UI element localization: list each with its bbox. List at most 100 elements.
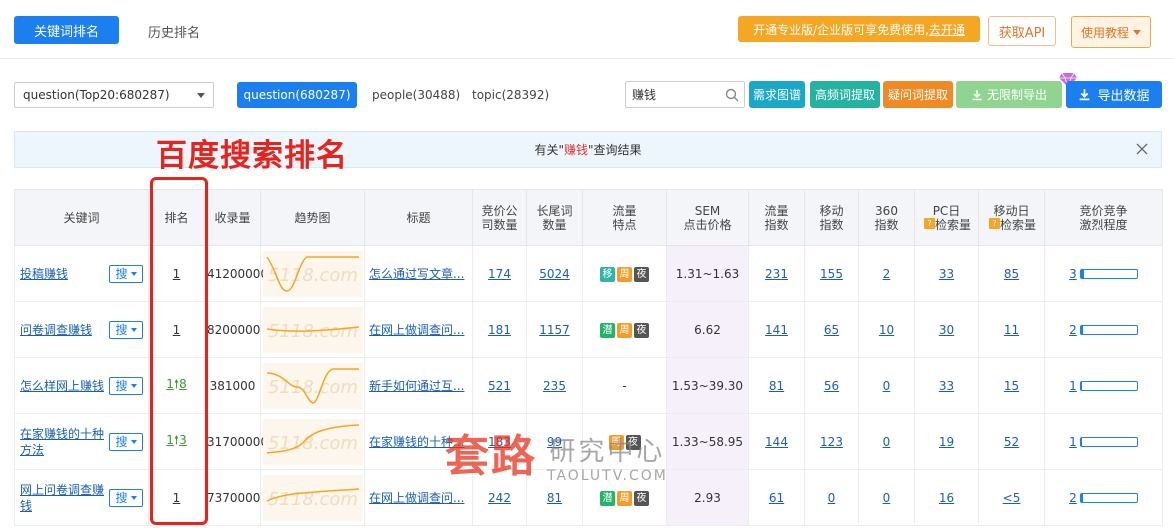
bid-count-link[interactable]: 174 <box>488 267 511 281</box>
bid-count-link[interactable]: 181 <box>488 323 511 337</box>
search-dropdown-button[interactable]: 搜 <box>109 376 143 395</box>
mobile-daily-link[interactable]: 15 <box>1004 379 1019 393</box>
competition-link[interactable]: 2 <box>1069 323 1077 337</box>
flow-index-link[interactable]: 141 <box>765 323 788 337</box>
segment-topic[interactable]: topic(28392) <box>472 88 549 102</box>
competition-link[interactable]: 1 <box>1069 435 1077 449</box>
flow-index-link[interactable]: 231 <box>765 267 788 281</box>
help-icon[interactable]: ? <box>988 217 1000 229</box>
index-360-link[interactable]: 10 <box>879 323 894 337</box>
keyword-link[interactable]: 网上问卷调查赚钱 <box>20 482 108 514</box>
title-link[interactable]: 在家赚钱的十种... <box>367 433 470 450</box>
get-api-button[interactable]: 获取API <box>988 16 1056 46</box>
competition-bar-fill <box>1080 381 1083 390</box>
sem-price-cell: 1.31~1.63 <box>666 245 749 302</box>
dataset-select[interactable]: question(Top20:680287) <box>14 82 214 108</box>
traffic-badge: 夜 <box>634 322 649 338</box>
search-dropdown-button[interactable]: 搜 <box>109 488 143 507</box>
pc-daily-link[interactable]: 33 <box>939 379 954 393</box>
trend-sparkline[interactable]: 5118.com <box>263 474 363 521</box>
search-dropdown-button[interactable]: 搜 <box>109 264 143 283</box>
traffic-feature-cell: - <box>582 357 667 414</box>
longtail-link[interactable]: 1157 <box>539 323 570 337</box>
competition-link[interactable]: 3 <box>1069 267 1077 281</box>
mobile-daily-link[interactable]: 52 <box>1004 435 1019 449</box>
index-360-link[interactable]: 0 <box>883 491 891 505</box>
flow-index-link[interactable]: 61 <box>769 491 784 505</box>
mobile-index-link[interactable]: 155 <box>820 267 843 281</box>
bid-count-link[interactable]: 183 <box>488 435 511 449</box>
trend-sparkline[interactable]: 5118.com <box>263 362 363 409</box>
pc-daily-link[interactable]: 33 <box>939 267 954 281</box>
title-link[interactable]: 在网上做调查问... <box>367 489 470 506</box>
indexed-cell: 41200000 <box>204 245 268 302</box>
index-360-link[interactable]: 0 <box>883 379 891 393</box>
dataset-select-value: question(Top20:680287) <box>23 88 170 102</box>
pc-daily-link[interactable]: 16 <box>939 491 954 505</box>
traffic-feature-cell: 潜周夜 <box>582 301 667 358</box>
mobile-daily-link[interactable]: <5 <box>1003 491 1021 505</box>
flow-index-link[interactable]: 81 <box>769 379 784 393</box>
keyword-link[interactable]: 怎么样网上赚钱 <box>20 378 104 394</box>
high-freq-extract-button[interactable]: 高频词提取 <box>810 81 880 108</box>
unlimited-export-button[interactable]: 无限制导出 <box>956 81 1062 108</box>
search-input[interactable]: 赚钱 <box>632 86 656 103</box>
upgrade-promo: 开通专业版/企业版可享免费使用, 去开通 <box>738 16 980 42</box>
title-link[interactable]: 在网上做调查问... <box>367 321 470 338</box>
title-link[interactable]: 怎么通过写文章... <box>367 265 470 282</box>
search-icon[interactable] <box>724 87 740 103</box>
tutorial-button[interactable]: 使用教程 <box>1071 16 1151 48</box>
longtail-link[interactable]: 5024 <box>539 267 570 281</box>
mobile-daily-link[interactable]: 11 <box>1004 323 1019 337</box>
longtail-link[interactable]: 235 <box>543 379 566 393</box>
trend-cell: 5118.com <box>260 301 365 358</box>
index-360-link[interactable]: 2 <box>883 267 891 281</box>
chevron-down-icon <box>130 383 137 388</box>
tab-history-rank[interactable]: 历史排名 <box>148 22 200 41</box>
unlimited-export-label: 无限制导出 <box>986 88 1047 102</box>
help-icon[interactable]: ? <box>923 217 935 229</box>
mobile-index-link[interactable]: 0 <box>828 491 836 505</box>
question-word-extract-button[interactable]: 疑问词提取 <box>883 81 953 108</box>
keyword-link[interactable]: 投稿赚钱 <box>20 266 68 282</box>
search-dropdown-button[interactable]: 搜 <box>109 432 143 451</box>
column-header-label: 收录量 <box>214 210 251 225</box>
demand-graph-button[interactable]: 需求图谱 <box>749 81 805 108</box>
keyword-search[interactable]: 赚钱 <box>625 81 745 108</box>
mobile-index-link[interactable]: 123 <box>820 435 843 449</box>
flow-index-link[interactable]: 144 <box>765 435 788 449</box>
search-dropdown-button[interactable]: 搜 <box>109 320 143 339</box>
column-header-label: 标题 <box>406 210 431 225</box>
longtail-link[interactable]: 99 <box>547 435 562 449</box>
trend-sparkline[interactable]: 5118.com <box>263 418 363 465</box>
column-header-label: 360 <box>875 203 898 218</box>
traffic-badge: 潜 <box>600 322 615 338</box>
mobile-index-link[interactable]: 65 <box>824 323 839 337</box>
promo-link[interactable]: 去开通 <box>929 21 965 38</box>
keyword-link[interactable]: 在家赚钱的十种方法 <box>20 426 108 458</box>
index-360-link[interactable]: 0 <box>883 435 891 449</box>
keyword-link[interactable]: 问卷调查赚钱 <box>20 322 92 338</box>
bid-count-link[interactable]: 242 <box>488 491 511 505</box>
export-data-button[interactable]: 导出数据 <box>1066 81 1162 108</box>
segment-question[interactable]: question(680287) <box>237 82 357 108</box>
mobile-daily-link[interactable]: 85 <box>1004 267 1019 281</box>
mobile-index-link[interactable]: 56 <box>824 379 839 393</box>
close-icon[interactable] <box>1135 142 1149 156</box>
promo-text: 开通专业版/企业版可享免费使用, <box>753 22 929 37</box>
tab-keyword-rank[interactable]: 关键词排名 <box>14 16 119 44</box>
longtail-link[interactable]: 81 <box>547 491 562 505</box>
chevron-down-icon <box>130 495 137 500</box>
trend-sparkline[interactable]: 5118.com <box>263 306 363 353</box>
competition-link[interactable]: 2 <box>1069 491 1077 505</box>
competition-link[interactable]: 1 <box>1069 379 1077 393</box>
longtail-cell: 235 <box>526 357 583 414</box>
segment-people[interactable]: people(30488) <box>372 88 460 102</box>
pc-daily-link[interactable]: 30 <box>939 323 954 337</box>
column-header-label: 指数 <box>874 217 899 232</box>
title-link[interactable]: 新手如何通过互... <box>367 377 470 394</box>
competition-cell: 2 <box>1044 469 1163 526</box>
pc-daily-link[interactable]: 19 <box>939 435 954 449</box>
bid-count-link[interactable]: 521 <box>488 379 511 393</box>
trend-sparkline[interactable]: 5118.com <box>263 250 363 297</box>
